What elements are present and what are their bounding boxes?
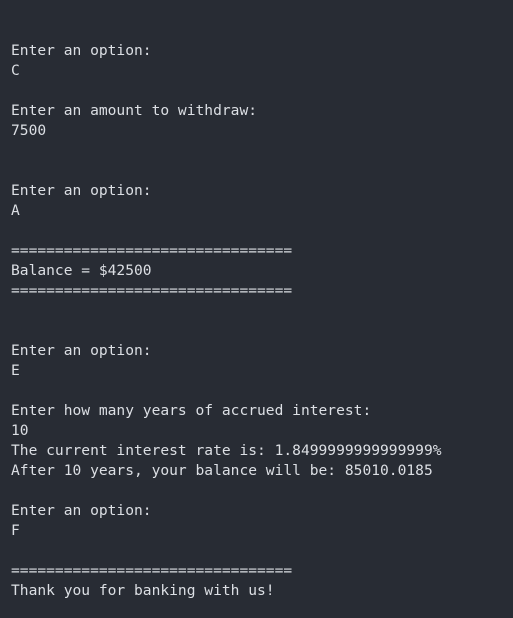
separator-line: ================================ [11, 282, 293, 299]
user-input-line: A [11, 202, 20, 219]
prompt-line: Enter an option: [11, 182, 152, 199]
user-input-line: F [11, 522, 20, 539]
interest-rate-line: The current interest rate is: 1.84999999… [11, 442, 442, 459]
balance-line: Balance = $42500 [11, 262, 152, 279]
user-input-line: 10 [11, 422, 29, 439]
prompt-line: Enter an option: [11, 42, 152, 59]
prompt-line: Enter how many years of accrued interest… [11, 402, 372, 419]
separator-line: ================================ [11, 242, 293, 259]
separator-line: ================================ [11, 562, 293, 579]
projected-balance-line: After 10 years, your balance will be: 85… [11, 462, 433, 479]
user-input-line: 7500 [11, 122, 47, 139]
user-input-line: C [11, 62, 20, 79]
farewell-line: Thank you for banking with us! [11, 582, 275, 599]
prompt-line: Enter an option: [11, 502, 152, 519]
terminal-output[interactable]: Enter an option: C Enter an amount to wi… [0, 0, 513, 618]
user-input-line: E [11, 362, 20, 379]
prompt-line: Enter an option: [11, 342, 152, 359]
prompt-line: Enter an amount to withdraw: [11, 102, 258, 119]
